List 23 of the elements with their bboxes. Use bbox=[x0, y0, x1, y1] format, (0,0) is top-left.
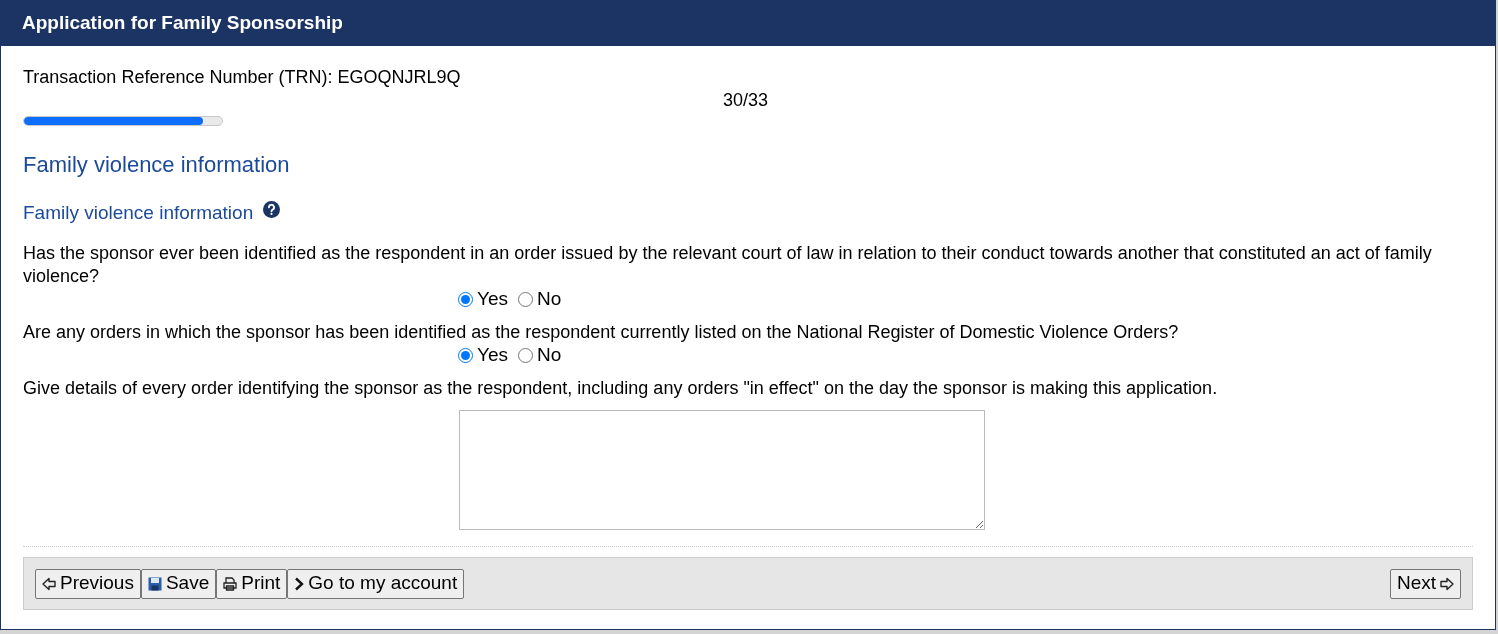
radio-option[interactable]: Yes bbox=[458, 285, 508, 314]
radio-option[interactable]: Yes bbox=[458, 341, 508, 370]
left-arrow-icon bbox=[42, 576, 56, 591]
chevron-right-icon bbox=[294, 576, 305, 591]
next-button[interactable]: Next bbox=[1389, 568, 1461, 599]
radio-option[interactable]: No bbox=[518, 285, 562, 314]
progress-reading: 30/33 bbox=[723, 89, 769, 111]
question-text: Are any orders in which the sponsor has been identified as the respondent currently listed on the National Register of Domestic Violence Orders? bbox=[23, 321, 1180, 344]
account-button[interactable]: Go to my account bbox=[287, 568, 465, 599]
print-button[interactable]: Print bbox=[216, 568, 288, 599]
question-text: Give details of every order identifying the sponsor as the respondent, including any orders "in effect" on the day the sponsor is making this application. bbox=[23, 377, 1219, 400]
printer-icon bbox=[223, 576, 238, 591]
details-field[interactable] bbox=[459, 410, 985, 530]
section-title: Family violence information bbox=[23, 151, 290, 179]
question-text: Has the sponsor ever been identified as the respondent in an order issued by the relevant court of law in relation to their conduct towards another that constituted an act of family violence? bbox=[23, 242, 1433, 288]
trn-text: Transaction Reference Number (TRN): EGOQNJRL9Q bbox=[23, 66, 461, 89]
previous-button[interactable]: Previous bbox=[35, 568, 141, 599]
save-button[interactable]: Save bbox=[140, 568, 217, 599]
help-icon[interactable] bbox=[263, 201, 281, 218]
right-arrow-icon bbox=[1440, 576, 1454, 591]
subsection-title: Family violence information bbox=[23, 201, 254, 225]
window-title: Application for Family Sponsorship bbox=[22, 11, 343, 36]
radio-option[interactable]: No bbox=[518, 341, 562, 370]
